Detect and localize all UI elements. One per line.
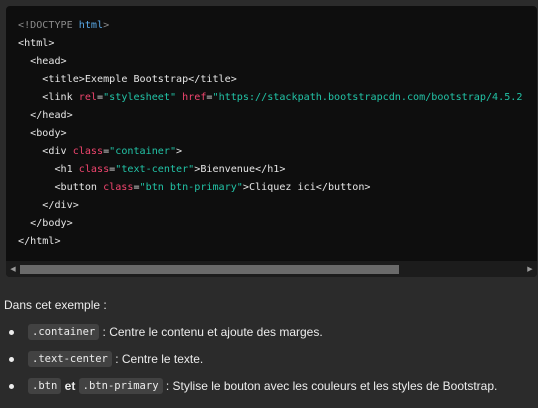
- code-block: <!DOCTYPE html> <html> <head> <title>Exem…: [6, 6, 537, 277]
- code-token: Cliquez ici: [248, 182, 316, 193]
- code-token: >: [176, 146, 183, 157]
- code-line: <button class="btn btn-primary">Cliquez …: [18, 179, 522, 197]
- code-line: </body>: [18, 215, 522, 233]
- bullet-icon: [9, 330, 14, 335]
- code-token: "text-center": [115, 164, 195, 175]
- code-line: <div class="container">: [18, 143, 522, 161]
- code-line: <link rel="stylesheet" href="https://sta…: [18, 89, 522, 107]
- code-token: "stylesheet": [103, 92, 177, 103]
- inline-code: .btn-primary: [78, 378, 163, 394]
- code-token: </body>: [18, 218, 73, 229]
- horizontal-scrollbar[interactable]: ◀ ▶: [6, 261, 537, 277]
- inline-code: .text-center: [28, 351, 112, 367]
- code-token: "container": [109, 146, 177, 157]
- list-item-text: .container : Centre le contenu et ajoute…: [28, 322, 323, 342]
- code-token: "https://stackpath.bootstrapcdn.com/boot…: [212, 92, 523, 103]
- scrollbar-track[interactable]: [19, 265, 524, 274]
- bullet-icon: [9, 357, 14, 362]
- code-line: <html>: [18, 35, 522, 53]
- code-token: Bienvenue: [200, 164, 256, 175]
- code-token: "btn btn-primary": [139, 182, 243, 193]
- bullet-icon: [9, 384, 14, 389]
- code-line: </head>: [18, 107, 522, 125]
- code-token: </html>: [18, 236, 61, 247]
- explanation: Dans cet exemple : .container : Centre l…: [4, 296, 534, 394]
- code-token: href: [182, 92, 207, 103]
- scroll-right-arrow-icon[interactable]: ▶: [525, 264, 535, 274]
- code-token: <h1: [18, 164, 79, 175]
- code-token: <title>: [18, 74, 85, 85]
- code-token: </div>: [18, 200, 79, 211]
- code-token: <!DOCTYPE: [18, 20, 79, 31]
- list-item-text: .btn et .btn-primary : Stylise le bouton…: [28, 376, 497, 396]
- code-token: </h1>: [255, 164, 286, 175]
- code-token: rel: [78, 92, 98, 103]
- code-token: <link: [18, 92, 79, 103]
- code-content: <!DOCTYPE html> <html> <head> <title>Exem…: [18, 17, 522, 251]
- scrollbar-thumb[interactable]: [20, 265, 399, 274]
- code-token: <head>: [18, 56, 67, 67]
- code-line: </div>: [18, 197, 522, 215]
- code-token: class: [103, 182, 134, 193]
- code-line: <title>Exemple Bootstrap</title>: [18, 71, 522, 89]
- code-token: html: [78, 20, 104, 31]
- code-line: <body>: [18, 125, 522, 143]
- code-line: </html>: [18, 233, 522, 251]
- inline-code: .btn: [28, 378, 62, 394]
- scroll-left-arrow-icon[interactable]: ◀: [8, 264, 18, 274]
- code-token: <html>: [18, 38, 55, 49]
- code-token: class: [72, 146, 104, 157]
- code-line: <head>: [18, 53, 522, 71]
- code-token: <button: [18, 182, 104, 193]
- inline-code: .container: [28, 324, 100, 340]
- list-item-text: .text-center : Centre le texte.: [28, 349, 203, 369]
- code-line: <h1 class="text-center">Bienvenue</h1>: [18, 161, 522, 179]
- code-line: <!DOCTYPE html>: [18, 17, 522, 35]
- code-token: <div: [18, 146, 73, 157]
- bold-text: et: [64, 379, 76, 393]
- text-span: : Centre le texte.: [111, 352, 204, 366]
- text-span: : Centre le contenu et ajoute des marges…: [99, 325, 323, 339]
- text-span: : Stylise le bouton avec les couleurs et…: [162, 379, 498, 393]
- code-token: Exemple Bootstrap: [84, 74, 189, 85]
- code-token: <body>: [18, 128, 67, 139]
- code-token: class: [78, 164, 110, 175]
- intro-text: Dans cet exemple :: [4, 298, 107, 312]
- code-token: </title>: [188, 74, 237, 85]
- code-token: </button>: [315, 182, 371, 193]
- code-token: >: [103, 20, 110, 31]
- code-token: </head>: [18, 110, 73, 121]
